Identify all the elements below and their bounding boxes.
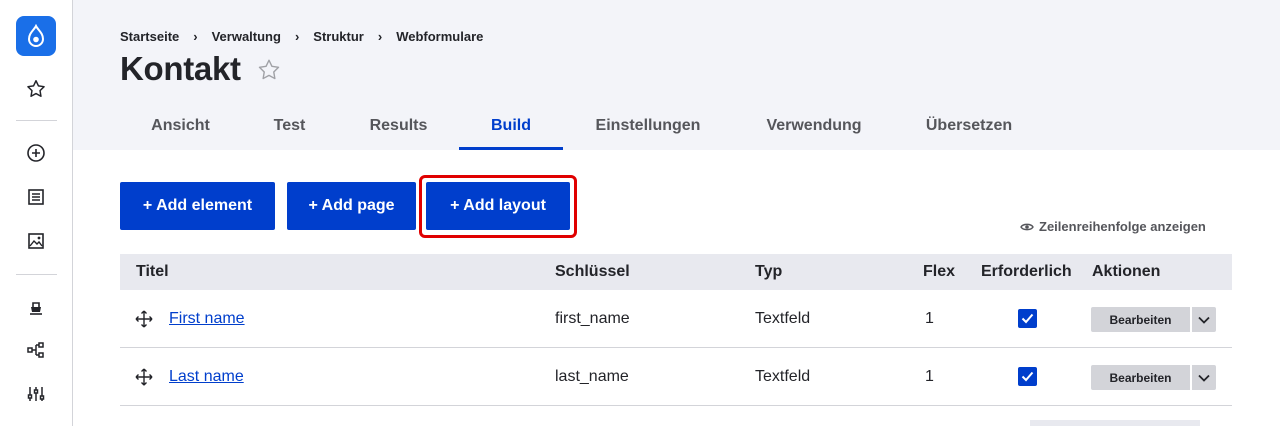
edit-button[interactable]: Bearbeiten bbox=[1091, 365, 1190, 390]
element-key: last_name bbox=[555, 368, 629, 385]
tab-einstellungen[interactable]: Einstellungen bbox=[563, 102, 733, 150]
tab-uebersetzen[interactable]: Übersetzen bbox=[895, 102, 1043, 150]
breadcrumb-link[interactable]: Verwaltung bbox=[212, 29, 281, 44]
table-header: Titel Schlüssel Typ Flex Erforderlich Ak… bbox=[120, 254, 1232, 290]
breadcrumb-link[interactable]: Startseite bbox=[120, 29, 179, 44]
tab-ansicht[interactable]: Ansicht bbox=[120, 102, 241, 150]
star-icon[interactable] bbox=[256, 57, 282, 83]
tab-test[interactable]: Test bbox=[241, 102, 338, 150]
column-header-titel: Titel bbox=[136, 263, 169, 280]
edit-dropbutton: Bearbeiten bbox=[1091, 365, 1216, 390]
element-title-link[interactable]: First name bbox=[169, 290, 245, 348]
add-page-button[interactable]: + Add page bbox=[287, 182, 416, 230]
tab-results[interactable]: Results bbox=[338, 102, 459, 150]
column-header-schluessel: Schlüssel bbox=[555, 263, 630, 280]
page-header: Startseite › Verwaltung › Struktur › Web… bbox=[73, 0, 1280, 150]
checkmark-icon bbox=[1021, 313, 1034, 324]
tab-verwendung[interactable]: Verwendung bbox=[733, 102, 895, 150]
chevron-right-icon: › bbox=[294, 29, 300, 44]
plus-circle-icon[interactable] bbox=[24, 141, 48, 165]
element-title-link[interactable]: Last name bbox=[169, 348, 244, 406]
element-type: Textfeld bbox=[755, 310, 811, 327]
media-icon[interactable] bbox=[24, 229, 48, 253]
column-header-erforderlich: Erforderlich bbox=[981, 263, 1072, 280]
column-header-aktionen: Aktionen bbox=[1092, 263, 1161, 280]
required-checkbox[interactable] bbox=[1018, 367, 1037, 386]
admin-toolbar bbox=[0, 0, 73, 426]
column-header-typ: Typ bbox=[755, 263, 783, 280]
required-checkbox[interactable] bbox=[1018, 309, 1037, 328]
workflow-icon[interactable] bbox=[24, 338, 48, 362]
add-element-button[interactable]: + Add element bbox=[120, 182, 275, 230]
config-icon[interactable] bbox=[24, 382, 48, 406]
element-type: Textfeld bbox=[755, 368, 811, 385]
chevron-down-icon[interactable] bbox=[1192, 307, 1216, 332]
elements-table: Titel Schlüssel Typ Flex Erforderlich Ak… bbox=[120, 254, 1232, 406]
edit-dropbutton: Bearbeiten bbox=[1091, 307, 1216, 332]
add-layout-button[interactable]: + Add layout bbox=[426, 182, 570, 230]
star-icon[interactable] bbox=[24, 77, 48, 101]
content-icon[interactable] bbox=[24, 185, 48, 209]
chevron-down-icon[interactable] bbox=[1192, 365, 1216, 390]
edit-button[interactable]: Bearbeiten bbox=[1091, 307, 1190, 332]
breadcrumb: Startseite › Verwaltung › Struktur › Web… bbox=[120, 29, 483, 44]
row-order-toggle[interactable]: Zeilenreihenfolge anzeigen bbox=[1020, 219, 1206, 234]
breadcrumb-link[interactable]: Struktur bbox=[313, 29, 364, 44]
page-title: Kontakt bbox=[120, 50, 241, 87]
element-flex: 1 bbox=[925, 368, 934, 385]
toolbar-divider bbox=[16, 274, 57, 275]
table-row: Last name last_name Textfeld 1 Bearbeite… bbox=[120, 348, 1232, 406]
column-header-flex: Flex bbox=[923, 263, 956, 280]
breadcrumb-link[interactable]: Webformulare bbox=[396, 29, 483, 44]
drag-handle-icon[interactable] bbox=[135, 310, 153, 328]
structure-icon[interactable] bbox=[24, 295, 48, 319]
table-row: First name first_name Textfeld 1 Bearbei… bbox=[120, 290, 1232, 348]
eye-icon bbox=[1020, 223, 1034, 230]
element-key: first_name bbox=[555, 310, 630, 327]
drag-handle-icon[interactable] bbox=[135, 368, 153, 386]
chevron-right-icon: › bbox=[193, 29, 198, 44]
next-row-partial bbox=[1030, 420, 1200, 426]
primary-tabs: Ansicht Test Results Build Einstellungen… bbox=[120, 102, 1043, 150]
tab-build[interactable]: Build bbox=[459, 102, 563, 150]
drupal-logo-icon[interactable] bbox=[16, 16, 56, 56]
row-order-label: Zeilenreihenfolge anzeigen bbox=[1039, 219, 1206, 234]
toolbar-divider bbox=[16, 120, 57, 121]
checkmark-icon bbox=[1021, 371, 1034, 382]
chevron-right-icon: › bbox=[377, 29, 383, 44]
element-flex: 1 bbox=[925, 310, 934, 327]
